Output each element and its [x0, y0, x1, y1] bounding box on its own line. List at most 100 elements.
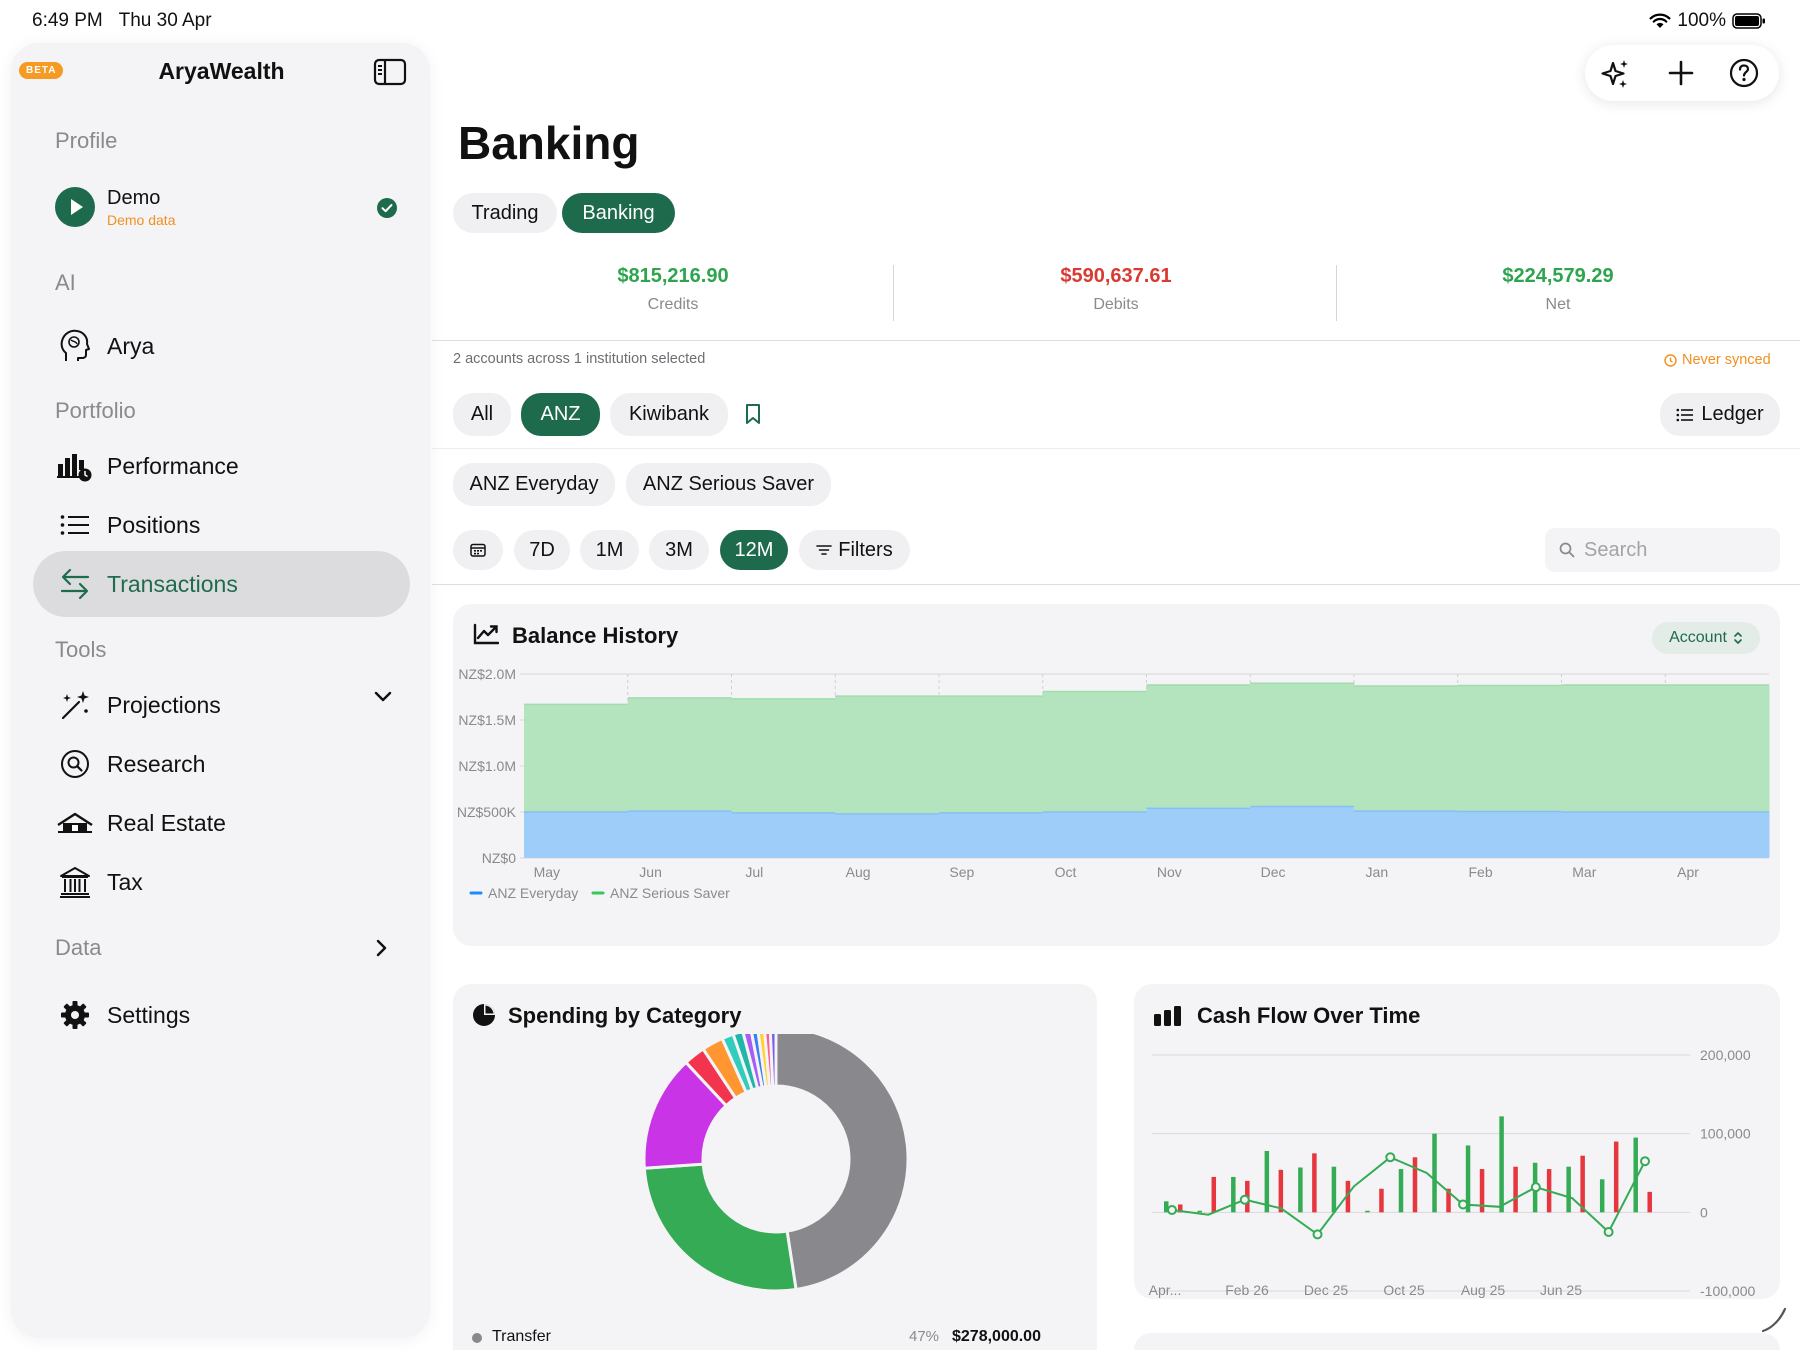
profile-subtitle: Demo data	[107, 212, 176, 228]
bar-income	[1499, 1116, 1504, 1213]
range-12m[interactable]: 12M	[720, 530, 788, 570]
sidebar-toggle-icon[interactable]	[373, 58, 407, 86]
area-segment-serious-saver	[731, 698, 836, 813]
sidebar-item-tax[interactable]: Tax	[33, 849, 410, 915]
ledger-button[interactable]: Ledger	[1660, 393, 1780, 436]
bar-expense	[1613, 1141, 1619, 1213]
bar-expense	[1412, 1157, 1418, 1213]
area-segment-serious-saver	[1665, 685, 1770, 812]
arrows-swap-icon	[55, 568, 95, 600]
legend-label: ANZ Everyday	[488, 885, 578, 901]
bar-expense	[1278, 1169, 1284, 1213]
sidebar-item-transactions[interactable]: Transactions	[33, 551, 410, 617]
status-bar: 6:49 PM Thu 30 Apr 100%	[0, 0, 1800, 40]
sidebar-item-performance[interactable]: Performance	[33, 433, 410, 499]
magic-wand-icon	[55, 689, 95, 721]
area-segment-everyday	[1042, 812, 1147, 858]
balance-history-chart: NZ$0 NZ$500K NZ$1.0M NZ$1.5M NZ$2.0M May Jun Ju…	[457, 666, 1770, 901]
sidebar-item-projections[interactable]: Projections	[33, 672, 410, 738]
bar-income	[1331, 1166, 1337, 1213]
bar-income	[1197, 1210, 1203, 1213]
x-tick-label: May	[534, 864, 560, 880]
filter-kiwibank[interactable]: Kiwibank	[610, 393, 728, 436]
account-grouping-button[interactable]: Account	[1652, 622, 1760, 654]
sidebar-item-label: Settings	[107, 1001, 191, 1028]
bar-income	[1398, 1169, 1404, 1213]
cashflow-card: Cash Flow Over Time 200,000 100,000 0 -100,…	[1134, 984, 1780, 1299]
status-time: 6:49 PM Thu 30 Apr	[32, 10, 212, 31]
x-tick-label: Aug 25	[1461, 1282, 1506, 1298]
tab-trading[interactable]: Trading	[453, 193, 557, 233]
pie-slice	[774, 1034, 910, 1292]
x-tick-label: Feb 26	[1225, 1282, 1269, 1298]
bar-income	[1566, 1166, 1571, 1213]
card-title: Cash Flow Over Time	[1197, 1003, 1421, 1028]
list-icon	[1676, 408, 1694, 421]
filters-label: Filters	[838, 538, 893, 561]
area-segment-serious-saver	[524, 704, 629, 812]
pie-chart-icon	[473, 1004, 495, 1026]
legend-amount: $278,000.00	[952, 1328, 1041, 1345]
pie-slice	[642, 1162, 798, 1293]
y-tick-label: -100,000	[1700, 1283, 1755, 1299]
filter-anz[interactable]: ANZ	[521, 393, 600, 436]
filters-button[interactable]: Filters	[799, 530, 910, 570]
divider	[432, 448, 1800, 449]
pencil-scribble-icon[interactable]	[1760, 1306, 1788, 1334]
search-input[interactable]: Search	[1545, 528, 1780, 572]
chevron-right-icon[interactable]	[376, 939, 388, 957]
area-segment-everyday	[627, 811, 732, 858]
card-title: Balance History	[512, 623, 679, 648]
stat-net: $224,579.29 Net	[1408, 265, 1708, 314]
x-tick-label: Apr	[1677, 864, 1699, 880]
sidebar-item-label: Positions	[107, 511, 201, 538]
data-header[interactable]: Data	[55, 935, 101, 961]
sidebar-item-settings[interactable]: Settings	[33, 982, 410, 1048]
sidebar-item-positions[interactable]: Positions	[33, 492, 410, 558]
range-7d[interactable]: 7D	[514, 530, 570, 570]
y-tick-label: NZ$0	[482, 850, 516, 866]
bookmark-icon[interactable]	[745, 403, 761, 425]
divider	[893, 265, 894, 321]
stat-label: Debits	[1093, 296, 1139, 313]
area-segment-everyday	[1354, 811, 1459, 858]
x-tick-label: Jul	[745, 864, 763, 880]
legend-label: ANZ Serious Saver	[610, 885, 730, 901]
clock-warning-icon	[1664, 353, 1677, 367]
stat-value: $590,637.61	[1060, 265, 1172, 287]
sidebar-item-label: Performance	[107, 452, 239, 479]
sidebar-item-label: Tax	[107, 868, 143, 895]
balance-history-card: Balance History Account NZ$0 NZ$500K NZ$1.…	[453, 604, 1780, 946]
bar-income	[1365, 1210, 1370, 1213]
filter-all[interactable]: All	[453, 393, 511, 436]
net-point	[1239, 1194, 1250, 1205]
selection-info: 2 accounts across 1 institution selected	[453, 351, 706, 367]
x-tick-label: Sep	[949, 864, 974, 880]
account-anz-serious-saver[interactable]: ANZ Serious Saver	[626, 463, 831, 506]
account-anz-everyday[interactable]: ANZ Everyday	[453, 463, 615, 506]
plus-icon[interactable]	[1668, 60, 1694, 86]
profile-name: Demo	[107, 187, 161, 209]
profile-row[interactable]: Demo Demo data	[55, 185, 410, 241]
stat-value: $815,216.90	[617, 265, 729, 287]
next-card	[1134, 1333, 1780, 1350]
area-segment-serious-saver	[1561, 685, 1666, 812]
calendar-button[interactable]	[453, 530, 503, 570]
stat-label: Net	[1545, 296, 1571, 313]
sidebar-item-label: Research	[107, 750, 206, 777]
play-icon	[55, 187, 95, 227]
sidebar-item-research[interactable]: Research	[33, 731, 410, 797]
x-tick-label: Aug	[846, 864, 871, 880]
area-segment-everyday	[524, 812, 629, 858]
tab-banking[interactable]: Banking	[562, 193, 675, 233]
search-icon	[1559, 542, 1575, 558]
help-icon[interactable]	[1729, 58, 1759, 88]
range-3m[interactable]: 3M	[649, 530, 709, 570]
range-1m[interactable]: 1M	[580, 530, 639, 570]
sidebar-item-arya[interactable]: Arya	[33, 313, 410, 379]
sidebar-item-real-estate[interactable]: Real Estate	[33, 790, 410, 856]
sparkles-icon[interactable]	[1599, 58, 1631, 90]
x-tick-label: Nov	[1157, 864, 1182, 880]
legend-row[interactable]: Transfer 47% $278,000.00	[472, 1328, 1078, 1350]
bar-income	[1599, 1179, 1605, 1213]
